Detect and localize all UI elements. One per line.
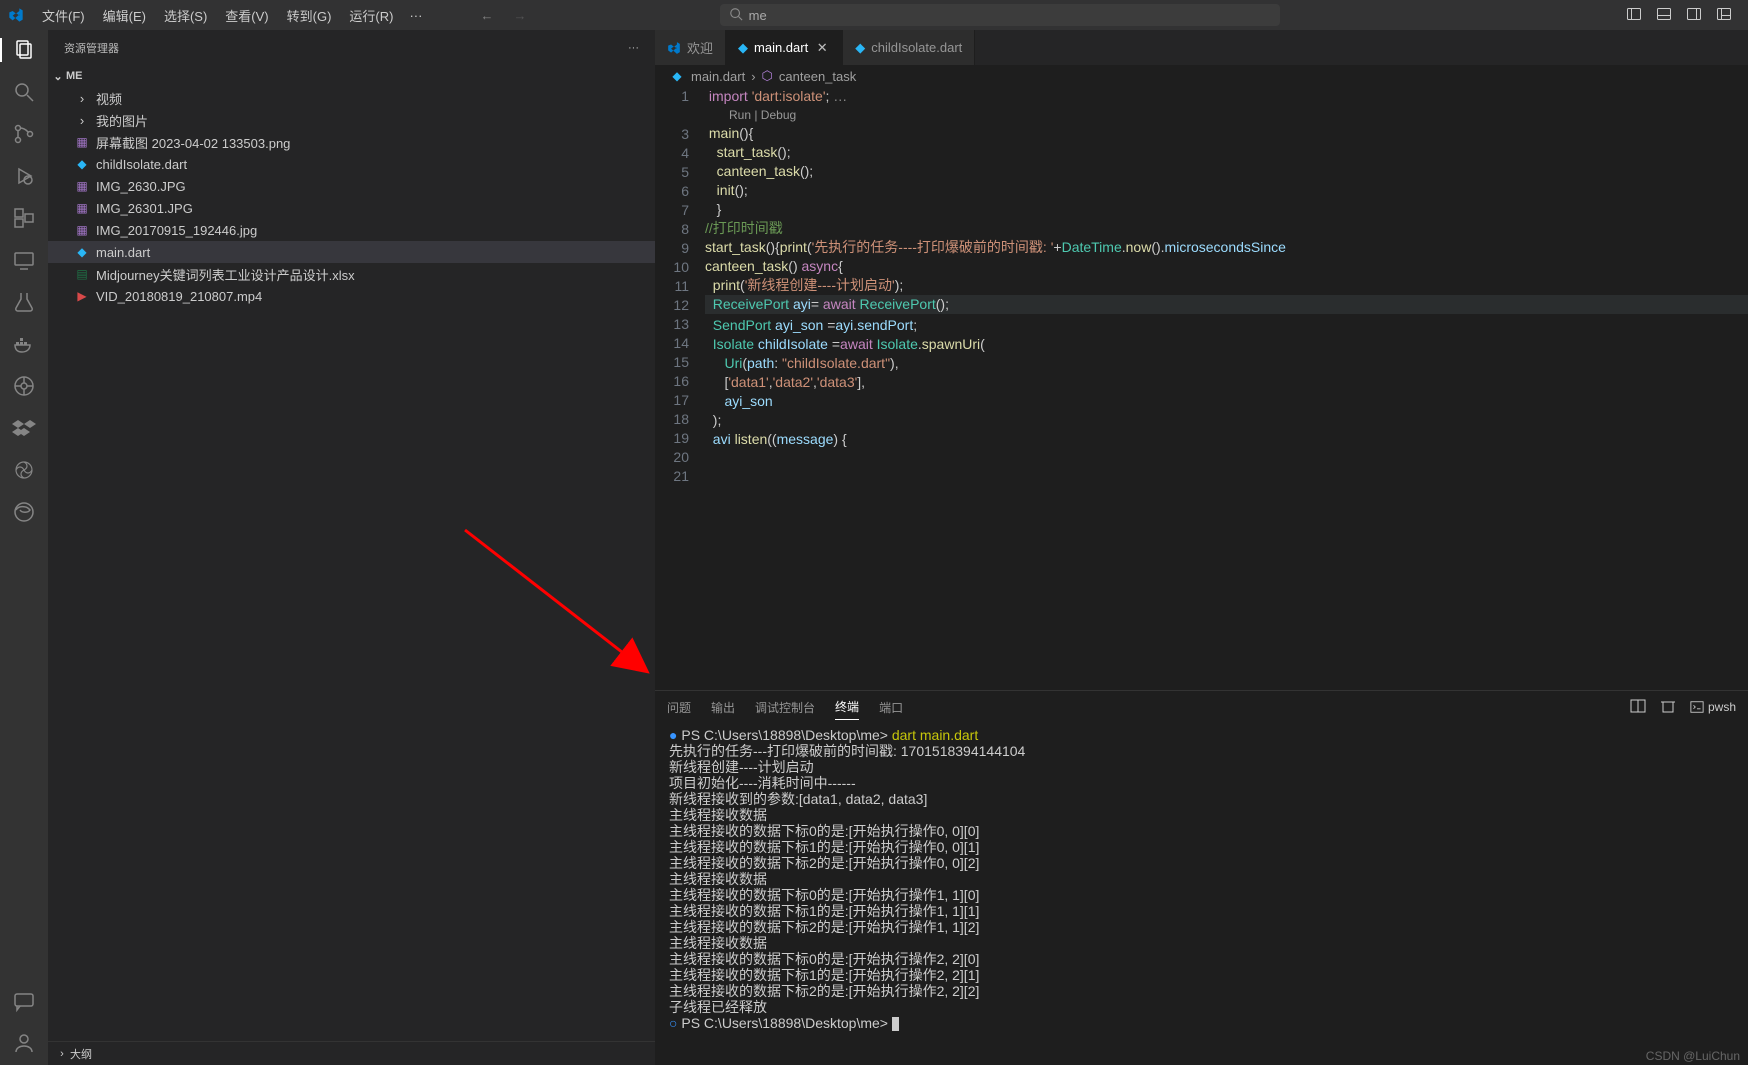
editor-tab[interactable]: 欢迎 <box>655 30 726 65</box>
line-gutter: 1 3456789101112131415161718192021 <box>655 87 705 690</box>
bottom-panel: 问题输出调试控制台终端端口 pwsh ● PS C:\Users\18898\D… <box>655 690 1748 1065</box>
toggle-secondary-sidebar-icon[interactable] <box>1686 6 1702 25</box>
search-icon <box>729 7 743 24</box>
chevron-right-icon: › <box>751 69 755 84</box>
panel-tab[interactable]: 问题 <box>667 695 691 720</box>
editor-tab[interactable]: ◆main.dart✕ <box>726 30 843 65</box>
tree-file[interactable]: ▦屏幕截图 2023-04-02 133503.png <box>48 131 655 153</box>
panel-tab[interactable]: 端口 <box>879 695 903 720</box>
menu-overflow[interactable]: ··· <box>401 4 430 27</box>
symbol-icon: ⬡ <box>762 68 773 84</box>
activity-dropbox-icon[interactable] <box>12 416 36 440</box>
panel-tab[interactable]: 终端 <box>835 694 859 720</box>
nav-back-icon[interactable]: ← <box>480 8 493 23</box>
codelens[interactable]: Run | Debug <box>705 106 1748 124</box>
close-icon[interactable]: ✕ <box>814 40 830 56</box>
activity-bar <box>0 30 48 1065</box>
shell-name: pwsh <box>1708 700 1736 714</box>
activity-search-icon[interactable] <box>12 80 36 104</box>
activity-kubernetes-icon[interactable] <box>12 374 36 398</box>
tree-root[interactable]: ⌄ME <box>48 65 655 87</box>
tree-file[interactable]: ▦IMG_26301.JPG <box>48 197 655 219</box>
dart-icon: ◆ <box>669 68 685 84</box>
menu-item[interactable]: 编辑(E) <box>95 2 154 29</box>
split-terminal-icon[interactable] <box>1630 698 1646 717</box>
breadcrumb[interactable]: ◆ main.dart › ⬡ canteen_task <box>655 65 1748 87</box>
outline-label: 大纲 <box>70 1046 92 1062</box>
vscode-logo-icon <box>8 7 24 23</box>
activity-explorer-icon[interactable] <box>12 38 36 62</box>
layout-controls <box>1626 6 1740 25</box>
toggle-primary-sidebar-icon[interactable] <box>1626 6 1642 25</box>
menu-bar: 文件(F)编辑(E)选择(S)查看(V)转到(G)运行(R) <box>34 2 401 29</box>
code-editor[interactable]: 1 3456789101112131415161718192021 import… <box>655 87 1748 690</box>
nav-forward-icon[interactable]: → <box>513 8 526 23</box>
panel-tabs: 问题输出调试控制台终端端口 pwsh <box>655 691 1748 723</box>
activity-scm-icon[interactable] <box>12 122 36 146</box>
toggle-panel-icon[interactable] <box>1656 6 1672 25</box>
activity-remote-icon[interactable] <box>12 248 36 272</box>
tree-file[interactable]: ▶VID_20180819_210807.mp4 <box>48 285 655 307</box>
activity-account-icon[interactable] <box>12 1031 36 1055</box>
tree-file[interactable]: ▤Midjourney关键词列表工业设计产品设计.xlsx <box>48 263 655 285</box>
kill-terminal-icon[interactable] <box>1660 698 1676 717</box>
chevron-right-icon: › <box>54 1048 70 1060</box>
activity-extensions-icon[interactable] <box>12 206 36 230</box>
menu-item[interactable]: 选择(S) <box>156 2 215 29</box>
search-value: me <box>749 8 767 23</box>
activity-debug-icon[interactable] <box>12 164 36 188</box>
menu-item[interactable]: 查看(V) <box>217 2 276 29</box>
command-center[interactable]: me <box>720 4 1280 26</box>
code-content[interactable]: import 'dart:isolate'; …Run | Debug main… <box>705 87 1748 690</box>
panel-tab[interactable]: 调试控制台 <box>755 695 815 720</box>
menu-item[interactable]: 运行(R) <box>341 2 401 29</box>
activity-testing-icon[interactable] <box>12 290 36 314</box>
sidebar: 资源管理器 ··· ⌄ME›视频›我的图片▦屏幕截图 2023-04-02 13… <box>48 30 655 1065</box>
tree-file[interactable]: ◆main.dart <box>48 241 655 263</box>
activity-edge-icon[interactable] <box>12 500 36 524</box>
activity-docker-icon[interactable] <box>12 332 36 356</box>
breadcrumb-file: main.dart <box>691 69 745 84</box>
customize-layout-icon[interactable] <box>1716 6 1732 25</box>
sidebar-header: 资源管理器 ··· <box>48 30 655 65</box>
title-bar: 文件(F)编辑(E)选择(S)查看(V)转到(G)运行(R) ··· ← → m… <box>0 0 1748 30</box>
terminal-profile[interactable]: pwsh <box>1690 700 1736 714</box>
terminal-content[interactable]: ● PS C:\Users\18898\Desktop\me> dart mai… <box>655 723 1748 1065</box>
menu-item[interactable]: 转到(G) <box>279 2 340 29</box>
tree-file[interactable]: ◆childIsolate.dart <box>48 153 655 175</box>
editor-tab[interactable]: ◆childIsolate.dart <box>843 30 975 65</box>
watermark: CSDN @LuiChun <box>1646 1049 1740 1063</box>
activity-openai-icon[interactable] <box>12 458 36 482</box>
panel-tab[interactable]: 输出 <box>711 695 735 720</box>
activity-chat-icon[interactable] <box>12 989 36 1013</box>
sidebar-more-icon[interactable]: ··· <box>628 42 639 54</box>
outline-section[interactable]: › 大纲 <box>48 1041 655 1065</box>
breadcrumb-symbol: canteen_task <box>779 69 856 84</box>
tree-file[interactable]: ▦IMG_20170915_192446.jpg <box>48 219 655 241</box>
menu-item[interactable]: 文件(F) <box>34 2 93 29</box>
tree-file[interactable]: ▦IMG_2630.JPG <box>48 175 655 197</box>
tree-folder[interactable]: ›我的图片 <box>48 109 655 131</box>
editor-area: 欢迎◆main.dart✕◆childIsolate.dart ◆ main.d… <box>655 30 1748 1065</box>
nav-arrows: ← → <box>480 8 526 23</box>
tree-folder[interactable]: ›视频 <box>48 87 655 109</box>
explorer-tree: ⌄ME›视频›我的图片▦屏幕截图 2023-04-02 133503.png◆c… <box>48 65 655 1041</box>
editor-tabs: 欢迎◆main.dart✕◆childIsolate.dart <box>655 30 1748 65</box>
sidebar-title: 资源管理器 <box>64 40 119 56</box>
